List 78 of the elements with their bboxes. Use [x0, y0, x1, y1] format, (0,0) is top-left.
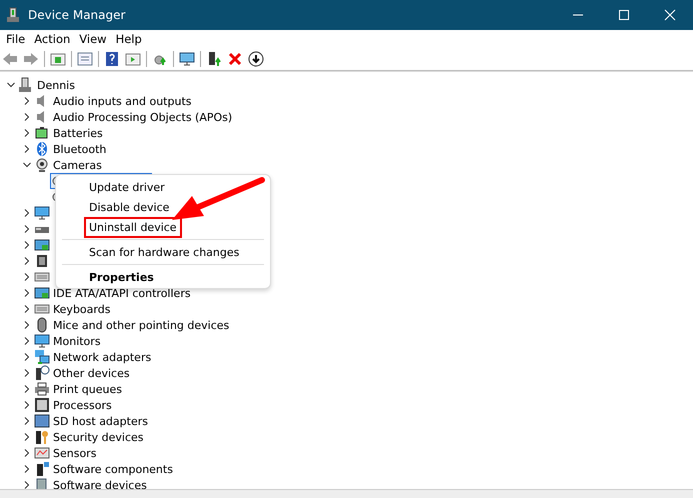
chevron-icon[interactable]: [22, 400, 32, 410]
tree-item[interactable]: Audio Processing Objects (APOs): [51, 110, 232, 124]
window-icon[interactable]: [77, 51, 93, 67]
chevron-icon[interactable]: [22, 336, 32, 346]
chevron-icon[interactable]: [22, 432, 32, 442]
chevron-icon[interactable]: [22, 256, 32, 266]
chevron-icon[interactable]: [22, 96, 32, 106]
tree-item[interactable]: Processors: [51, 398, 112, 412]
chip-icon: [34, 253, 50, 269]
back-arrow-icon[interactable]: [2, 51, 18, 67]
menu-item[interactable]: File: [4, 32, 32, 46]
printer-icon: [34, 381, 50, 397]
bluetooth-icon: [34, 141, 50, 157]
tree-item[interactable]: Security devices: [51, 430, 144, 444]
chevron-icon[interactable]: [22, 144, 32, 154]
help-icon[interactable]: [104, 51, 120, 67]
chevron-icon[interactable]: [22, 112, 32, 122]
tree-item[interactable]: Software components: [51, 462, 173, 476]
chevron-icon[interactable]: [22, 480, 32, 489]
chevron-icon[interactable]: [22, 304, 32, 314]
chevron-icon[interactable]: [6, 80, 16, 90]
menu-item[interactable]: Uninstall device: [84, 216, 182, 238]
monitor-icon[interactable]: [179, 51, 195, 67]
chevron-icon[interactable]: [22, 416, 32, 426]
chevron-icon[interactable]: [22, 272, 32, 282]
forward-arrow-icon[interactable]: [23, 51, 39, 67]
webcam-icon: [34, 157, 50, 173]
chevron-icon[interactable]: [22, 224, 32, 234]
monitor-icon: [34, 205, 50, 221]
chevron-icon[interactable]: [22, 240, 32, 250]
tree-item[interactable]: IDE ATA/ATAPI controllers: [51, 286, 191, 300]
download-icon[interactable]: [248, 51, 264, 67]
window-icon[interactable]: [125, 51, 141, 67]
menu-item[interactable]: Help: [114, 32, 149, 46]
tree-item[interactable]: Print queues: [51, 382, 122, 396]
menu-item[interactable]: Scan for hardware changes: [84, 242, 244, 262]
device-icon[interactable]: [206, 51, 222, 67]
sensor-icon: [34, 445, 50, 461]
tree-item[interactable]: Monitors: [51, 334, 101, 348]
tree-item[interactable]: Sensors: [51, 446, 96, 460]
delete-icon[interactable]: [227, 51, 243, 67]
tree-item[interactable]: Network adapters: [51, 350, 152, 364]
chevron-icon[interactable]: [22, 448, 32, 458]
chevron-icon[interactable]: [22, 160, 32, 170]
tree-item[interactable]: Other devices: [51, 366, 130, 380]
key-icon: [34, 429, 50, 445]
tree-item[interactable]: Batteries: [51, 126, 103, 140]
computer-icon: [6, 7, 20, 23]
device-icon: [34, 461, 50, 477]
window-icon[interactable]: [50, 51, 66, 67]
tree-item[interactable]: SD host adapters: [51, 414, 148, 428]
computer-icon: [18, 77, 34, 93]
menu-item[interactable]: View: [77, 32, 114, 46]
menu-item[interactable]: Properties: [84, 266, 159, 288]
chevron-icon[interactable]: [22, 352, 32, 362]
menu-item[interactable]: Action: [32, 32, 78, 46]
device-icon: [34, 365, 50, 381]
chevron-icon[interactable]: [22, 384, 32, 394]
network-icon: [34, 349, 50, 365]
window-title: Device Manager: [28, 8, 126, 22]
chevron-icon[interactable]: [22, 208, 32, 218]
tree-item[interactable]: Cameras: [51, 158, 102, 172]
chevron-icon[interactable]: [22, 288, 32, 298]
menu-item[interactable]: Disable device: [84, 196, 174, 218]
chevron-icon[interactable]: [22, 128, 32, 138]
tree-item[interactable]: Audio inputs and outputs: [51, 94, 192, 108]
tree-item[interactable]: Dennis: [35, 78, 75, 92]
chevron-icon[interactable]: [22, 320, 32, 330]
processor-icon: [34, 397, 50, 413]
tree-item[interactable]: Software devices: [51, 478, 147, 489]
tree-item[interactable]: Mice and other pointing devices: [51, 318, 230, 332]
chevron-icon[interactable]: [22, 368, 32, 378]
menu-item[interactable]: Update driver: [84, 176, 170, 198]
tree-item[interactable]: Bluetooth: [51, 142, 106, 156]
tree-item[interactable]: Keyboards: [51, 302, 110, 316]
monitor-icon: [34, 333, 50, 349]
battery-icon: [34, 125, 50, 141]
chevron-icon[interactable]: [22, 464, 32, 474]
